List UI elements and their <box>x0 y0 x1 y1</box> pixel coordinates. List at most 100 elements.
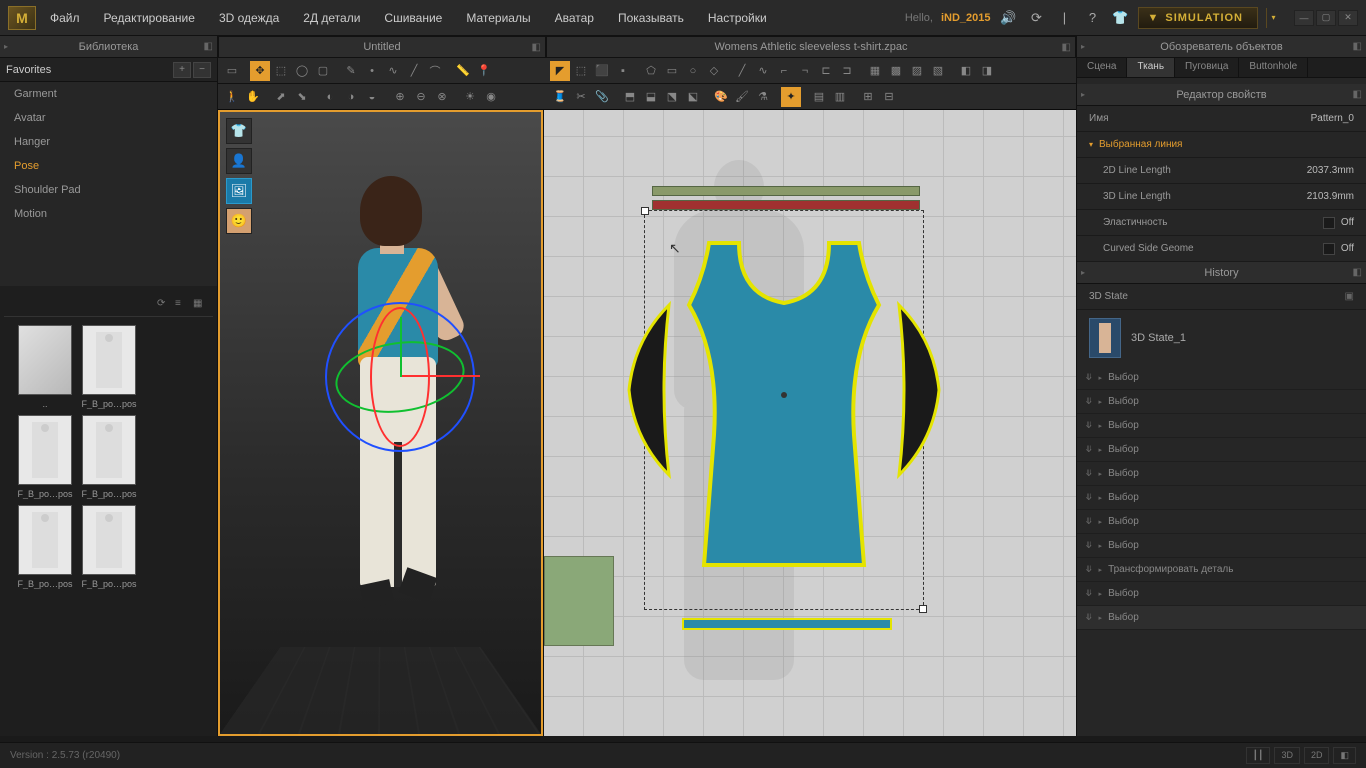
tool2d-rect[interactable]: ▭ <box>662 61 682 81</box>
tool-a6[interactable]: ⊗ <box>432 87 452 107</box>
tab-buttonhole[interactable]: Buttonhole <box>1239 58 1308 77</box>
history-item[interactable]: ⤋▸Выбор <box>1077 534 1366 558</box>
thumb-pose-4[interactable]: F_B_po…pos <box>16 505 74 589</box>
checkbox-icon[interactable] <box>1323 217 1335 229</box>
status-sep[interactable]: ┃┃ <box>1246 747 1271 764</box>
tab-scene[interactable]: Сцена <box>1077 58 1127 77</box>
tool2d-circle[interactable]: ○ <box>683 61 703 81</box>
sync-icon[interactable]: ⟳ <box>1026 8 1046 28</box>
simulation-button[interactable]: ▼SIMULATION <box>1138 7 1258 29</box>
tool2d-h2[interactable]: ⊟ <box>879 87 899 107</box>
tool2d-c1[interactable]: ▦ <box>865 61 885 81</box>
tool-hand[interactable]: ✋ <box>243 87 263 107</box>
help-icon[interactable]: ? <box>1082 8 1102 28</box>
tab-fabric[interactable]: Ткань <box>1127 58 1175 77</box>
tool2d-e3[interactable]: ⬔ <box>662 87 682 107</box>
tool2d-b3[interactable]: ⊏ <box>816 61 836 81</box>
tool2d-f1[interactable]: 🎨 <box>711 87 731 107</box>
tool-a4[interactable]: ⊕ <box>390 87 410 107</box>
tool-a1[interactable]: ◐ <box>320 87 340 107</box>
tool-curve[interactable]: ∿ <box>383 61 403 81</box>
vp-texture-icon[interactable]: 🖼 <box>226 178 252 204</box>
tool-a5[interactable]: ⊖ <box>411 87 431 107</box>
vp-garment-icon[interactable]: 👕 <box>226 118 252 144</box>
tool2d-e2[interactable]: ⬓ <box>641 87 661 107</box>
history-item[interactable]: ⤋▸Выбор <box>1077 390 1366 414</box>
tool-a2[interactable]: ◑ <box>341 87 361 107</box>
history-item[interactable]: ⤋▸Выбор <box>1077 582 1366 606</box>
vp-skin-icon[interactable]: 🙂 <box>226 208 252 234</box>
history-item[interactable]: ⤋▸Выбор <box>1077 486 1366 510</box>
maximize-button[interactable]: ▢ <box>1316 10 1336 26</box>
dock-icon[interactable]: ◧ <box>204 41 213 52</box>
menu-materials[interactable]: Материалы <box>456 3 540 33</box>
shirt-icon[interactable]: 👕 <box>1110 8 1130 28</box>
tool-point[interactable]: • <box>362 61 382 81</box>
minimize-button[interactable]: — <box>1294 10 1314 26</box>
tool2d-point[interactable]: ▪ <box>613 61 633 81</box>
tool-arrange[interactable]: ⬈ <box>271 87 291 107</box>
tool-a7[interactable]: ☀ <box>460 87 480 107</box>
tool2d-b4[interactable]: ⊐ <box>837 61 857 81</box>
lib-item-motion[interactable]: Motion <box>0 202 217 226</box>
viewport-3d[interactable]: 👕 👤 🖼 🙂 <box>218 110 543 736</box>
tool2d-sew3[interactable]: 📎 <box>592 87 612 107</box>
tool-rect[interactable]: ▢ <box>313 61 333 81</box>
viewport-2d[interactable]: ↖ <box>543 110 1076 736</box>
thumb-up-folder[interactable]: .. <box>16 325 74 409</box>
tool-select[interactable]: ⬚ <box>271 61 291 81</box>
status-2d[interactable]: 2D <box>1304 747 1330 764</box>
tool2d-line[interactable]: ╱ <box>732 61 752 81</box>
history-item[interactable]: ⤋▸Выбор <box>1077 438 1366 462</box>
list-view-icon[interactable]: ≡ <box>175 298 191 312</box>
tool-a8[interactable]: ◉ <box>481 87 501 107</box>
tool2d-dart[interactable]: ◇ <box>704 61 724 81</box>
sound-icon[interactable]: 🔊 <box>998 8 1018 28</box>
tool2d-select[interactable]: ◤ <box>550 61 570 81</box>
menu-edit[interactable]: Редактирование <box>94 3 205 33</box>
tool2d-f3[interactable]: ⚗ <box>753 87 773 107</box>
status-3d[interactable]: 3D <box>1274 747 1300 764</box>
thumb-pose-5[interactable]: F_B_po…pos <box>80 505 138 589</box>
tool2d-e1[interactable]: ⬒ <box>620 87 640 107</box>
tool-pen[interactable]: ✎ <box>341 61 361 81</box>
lib-item-garment[interactable]: Garment <box>0 82 217 106</box>
menu-2d-details[interactable]: 2Д детали <box>293 3 370 33</box>
history-item[interactable]: ⤋▸Выбор <box>1077 366 1366 390</box>
tool-cursor[interactable]: ▭ <box>222 61 242 81</box>
tool2d-b2[interactable]: ¬ <box>795 61 815 81</box>
thumb-pose-3[interactable]: F_B_po…pos <box>80 415 138 499</box>
tool-arc[interactable]: ⌒ <box>425 61 445 81</box>
tool2d-g1[interactable]: ▤ <box>809 87 829 107</box>
tool-pin[interactable]: 📍 <box>474 61 494 81</box>
simulation-dropdown[interactable]: ▾ <box>1266 8 1280 28</box>
tool2d-sew2[interactable]: ✂ <box>571 87 591 107</box>
lib-item-avatar[interactable]: Avatar <box>0 106 217 130</box>
tool2d-snap[interactable]: ✦ <box>781 87 801 107</box>
tool-move[interactable]: ✥ <box>250 61 270 81</box>
lib-item-pose[interactable]: Pose <box>0 154 217 178</box>
menu-3d-clothes[interactable]: 3D одежда <box>209 3 289 33</box>
pattern-strip-1[interactable] <box>652 186 920 196</box>
tool2d-c2[interactable]: ▩ <box>886 61 906 81</box>
status-dock[interactable]: ◧ <box>1333 747 1356 764</box>
tool-avatar[interactable]: 🚶 <box>222 87 242 107</box>
tool2d-c4[interactable]: ▧ <box>928 61 948 81</box>
add-favorite-button[interactable]: + <box>173 62 191 78</box>
tool2d-d1[interactable]: ◧ <box>956 61 976 81</box>
vp-avatar-icon[interactable]: 👤 <box>226 148 252 174</box>
tool2d-transform[interactable]: ⬛ <box>592 61 612 81</box>
history-item[interactable]: ⤋▸Выбор <box>1077 606 1366 630</box>
transform-gizmo[interactable] <box>320 297 480 457</box>
tool2d-c3[interactable]: ▨ <box>907 61 927 81</box>
pattern-strip-2[interactable] <box>652 200 920 210</box>
tool2d-curve[interactable]: ∿ <box>753 61 773 81</box>
lib-item-hanger[interactable]: Hanger <box>0 130 217 154</box>
tool-fold[interactable]: ⬊ <box>292 87 312 107</box>
history-item[interactable]: ⤋▸Выбор <box>1077 510 1366 534</box>
remove-favorite-button[interactable]: − <box>193 62 211 78</box>
pattern-strip-bottom[interactable] <box>682 618 892 630</box>
tool-lasso[interactable]: ◯ <box>292 61 312 81</box>
prop-elasticity[interactable]: ЭластичностьOff <box>1077 210 1366 236</box>
tool2d-b1[interactable]: ⌐ <box>774 61 794 81</box>
